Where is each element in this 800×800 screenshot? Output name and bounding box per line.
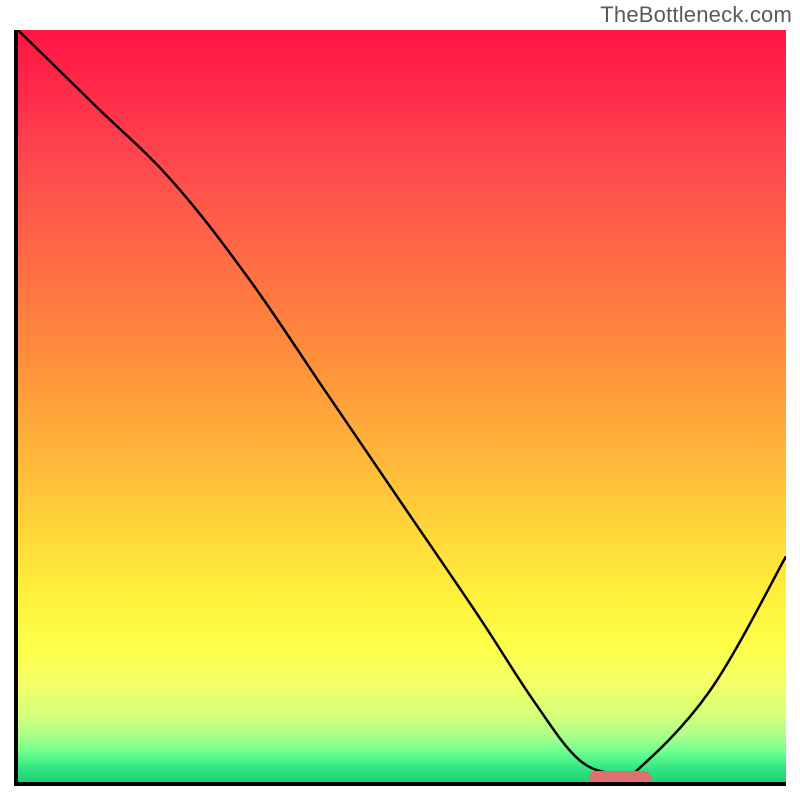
bottleneck-curve	[18, 30, 786, 782]
plot-area	[14, 30, 786, 786]
chart-frame: TheBottleneck.com	[0, 0, 800, 800]
watermark-text: TheBottleneck.com	[600, 2, 792, 28]
optimal-range-marker	[589, 771, 651, 785]
